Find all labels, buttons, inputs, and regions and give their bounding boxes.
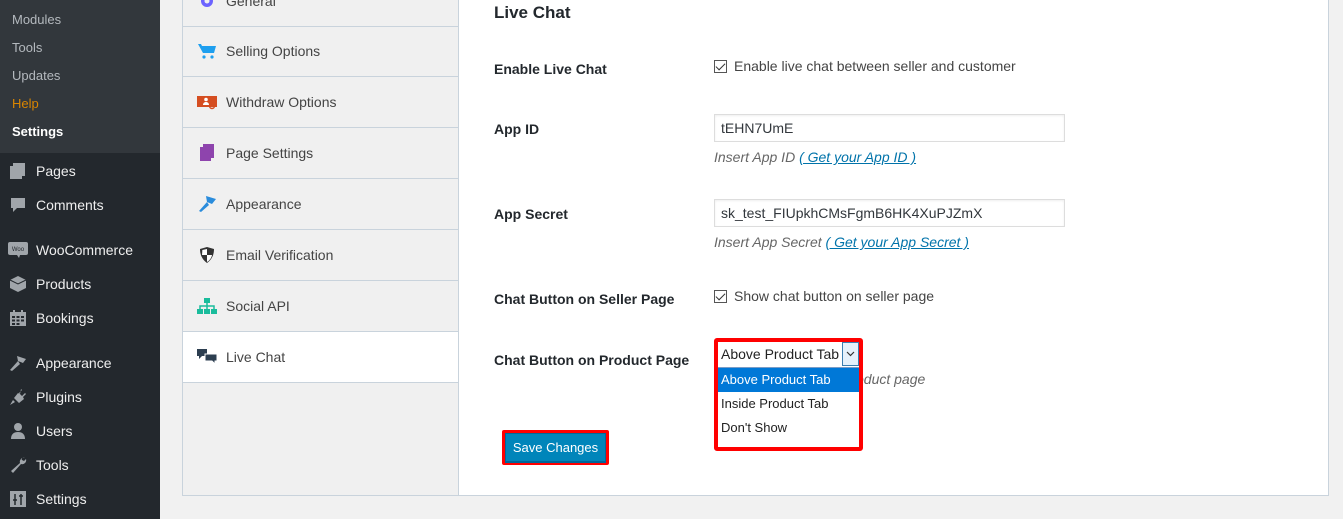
submenu-item-modules[interactable]: Modules [12, 11, 61, 29]
nav-item-page-settings[interactable]: Page Settings [183, 128, 459, 179]
app-secret-description: Insert App Secret ( Get your App Secret … [714, 234, 969, 250]
users-icon [0, 422, 36, 440]
live-chat-settings-panel: Live Chat Enable Live Chat Enable live c… [458, 0, 1329, 496]
menu-item-settings[interactable]: Settings [0, 482, 160, 516]
settings-submenu: Modules Tools Updates Help Settings [0, 0, 160, 153]
select-option-dont-show[interactable]: Don't Show [718, 416, 859, 440]
menu-item-comments[interactable]: Comments [0, 188, 160, 222]
nav-label: Email Verification [226, 247, 334, 263]
enable-live-chat-label: Enable Live Chat [494, 61, 607, 77]
sitemap-icon [197, 296, 217, 316]
get-app-secret-link[interactable]: ( Get your App Secret ) [826, 234, 969, 250]
tools-icon [0, 456, 36, 474]
submenu-item-settings[interactable]: Settings [12, 123, 63, 141]
app-id-label: App ID [494, 121, 540, 137]
page-title: Live Chat [494, 3, 571, 22]
menu-item-users[interactable]: Users [0, 414, 160, 448]
products-icon [0, 275, 36, 293]
nav-label: Withdraw Options [226, 94, 337, 110]
submenu-item-help[interactable]: Help [12, 95, 39, 113]
nav-item-selling-options[interactable]: Selling Options [183, 26, 459, 77]
get-app-id-link[interactable]: ( Get your App ID ) [799, 149, 916, 165]
app-id-description: Insert App ID ( Get your App ID ) [714, 149, 916, 165]
submenu-item-tools[interactable]: Tools [12, 39, 42, 57]
chat-seller-page-checkbox[interactable]: Show chat button on seller page [714, 288, 934, 304]
menu-item-woocommerce[interactable]: Woo WooCommerce [0, 233, 160, 267]
cart-icon [197, 41, 217, 61]
menu-label: Products [36, 276, 92, 292]
save-button-highlight: Save Changes [502, 430, 609, 465]
app-id-input[interactable] [714, 114, 1065, 142]
desc-text: Insert App ID [714, 149, 796, 165]
app-secret-input[interactable] [714, 199, 1065, 227]
chat-product-page-select-highlight: Above Product Tab Above Product Tab Insi… [714, 338, 863, 451]
enable-live-chat-checkbox[interactable]: Enable live chat between seller and cust… [714, 58, 1016, 74]
nav-item-live-chat[interactable]: Live Chat [183, 332, 460, 383]
chat-product-description: oduct page [856, 371, 926, 387]
page-icon [197, 143, 217, 163]
nav-label: Page Settings [226, 145, 314, 161]
nav-item-general[interactable]: General [183, 0, 459, 27]
menu-item-products[interactable]: Products [0, 267, 160, 301]
withdraw-icon [197, 92, 217, 112]
nav-item-appearance[interactable]: Appearance [183, 179, 459, 230]
menu-label: Users [36, 423, 73, 439]
checkbox-text: Enable live chat between seller and cust… [734, 58, 1016, 74]
svg-text:Woo: Woo [12, 247, 25, 253]
nav-label: Social API [226, 298, 290, 314]
submenu-item-updates[interactable]: Updates [12, 67, 60, 85]
menu-item-appearance[interactable]: Appearance [0, 346, 160, 380]
menu-item-pages[interactable]: Pages [0, 154, 160, 188]
chat-product-page-select[interactable]: Above Product Tab [718, 342, 859, 368]
chat-product-page-label: Chat Button on Product Page [494, 352, 690, 368]
brush-icon [197, 194, 217, 214]
nav-item-social-api[interactable]: Social API [183, 281, 459, 332]
woocommerce-icon: Woo [0, 241, 36, 259]
settings-nav: General Selling Options Withdraw Options… [182, 0, 460, 496]
app-secret-label: App Secret [494, 206, 568, 222]
nav-label: Appearance [226, 196, 302, 212]
bookings-icon [0, 309, 36, 327]
nav-item-email-verification[interactable]: Email Verification [183, 230, 459, 281]
save-changes-button[interactable]: Save Changes [505, 433, 606, 462]
appearance-icon [0, 354, 36, 372]
menu-label: Pages [36, 163, 76, 179]
gear-icon [197, 0, 217, 11]
nav-label: General [226, 0, 276, 9]
chevron-down-icon[interactable] [842, 342, 859, 366]
menu-label: Appearance [36, 355, 112, 371]
checkbox-checked-icon[interactable] [714, 59, 727, 73]
plugins-icon [0, 388, 36, 406]
nav-label: Live Chat [226, 349, 286, 365]
chat-icon [197, 347, 217, 367]
checkbox-text: Show chat button on seller page [734, 288, 935, 304]
admin-sidebar: Modules Tools Updates Help Settings Page… [0, 0, 160, 519]
pages-icon [0, 162, 36, 180]
menu-label: Comments [36, 197, 104, 213]
select-option-above-product-tab[interactable]: Above Product Tab [718, 368, 859, 392]
select-option-inside-product-tab[interactable]: Inside Product Tab [718, 392, 859, 416]
menu-item-bookings[interactable]: Bookings [0, 301, 160, 335]
menu-label: Plugins [36, 389, 82, 405]
menu-label: Settings [36, 491, 87, 507]
select-value: Above Product Tab [721, 346, 840, 362]
checkbox-checked-icon[interactable] [714, 289, 727, 303]
chat-seller-page-label: Chat Button on Seller Page [494, 291, 675, 307]
settings-icon [0, 490, 36, 508]
desc-text: Insert App Secret [714, 234, 822, 250]
shield-icon [197, 245, 217, 265]
menu-label: WooCommerce [36, 242, 133, 258]
nav-label: Selling Options [226, 43, 321, 59]
menu-item-tools[interactable]: Tools [0, 448, 160, 482]
menu-label: Tools [36, 457, 69, 473]
menu-label: Bookings [36, 310, 94, 326]
nav-item-withdraw-options[interactable]: Withdraw Options [183, 77, 459, 128]
menu-item-plugins[interactable]: Plugins [0, 380, 160, 414]
comments-icon [0, 196, 36, 214]
